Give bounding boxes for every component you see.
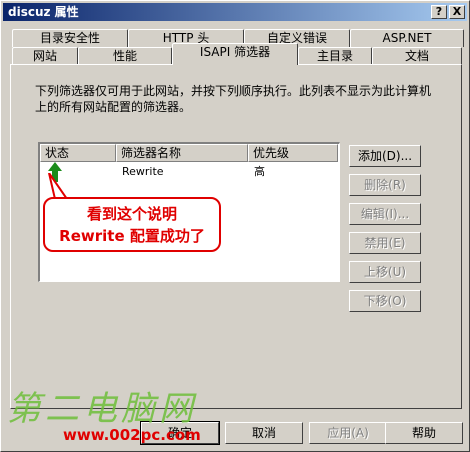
filter-name-cell: Rewrite: [122, 165, 164, 178]
close-button[interactable]: X: [449, 5, 465, 19]
cancel-button[interactable]: 取消: [225, 422, 303, 444]
move-up-button[interactable]: 上移(U): [349, 261, 421, 283]
column-status[interactable]: 状态: [40, 144, 116, 162]
disable-button[interactable]: 禁用(E): [349, 232, 421, 254]
filter-priority-cell: 高: [254, 165, 265, 178]
window-title: discuz 属性: [8, 5, 79, 19]
properties-dialog: discuz 属性 ? X 目录安全性 HTTP 头 自定义错误 ASP.NET…: [0, 0, 470, 452]
title-bar: discuz 属性 ? X: [3, 3, 467, 21]
add-button[interactable]: 添加(D)...: [349, 145, 421, 167]
column-priority[interactable]: 优先级: [248, 144, 338, 162]
tab-directory-security[interactable]: 目录安全性: [12, 29, 128, 47]
move-down-button[interactable]: 下移(O): [349, 290, 421, 312]
remove-button[interactable]: 删除(R): [349, 174, 421, 196]
column-filter-name[interactable]: 筛选器名称: [116, 144, 248, 162]
annotation-line-1: 看到这个说明: [86, 205, 177, 223]
apply-button[interactable]: 应用(A): [309, 422, 387, 444]
tab-performance[interactable]: 性能: [78, 47, 172, 65]
help-dialog-button[interactable]: 帮助: [385, 422, 463, 444]
edit-button[interactable]: 编辑(I)...: [349, 203, 421, 225]
filter-description: 下列筛选器仅可用于此网站，并按下列顺序执行。此列表不显示为此计算机上的所有网站配…: [35, 84, 432, 114]
tab-documents[interactable]: 文档: [372, 47, 462, 65]
tab-asp-net[interactable]: ASP.NET: [350, 29, 464, 47]
tab-home-directory[interactable]: 主目录: [298, 47, 372, 65]
watermark-url: www.002pc.com: [63, 426, 201, 444]
watermark-logo: 第二电脑网: [7, 389, 197, 429]
tab-website[interactable]: 网站: [12, 47, 78, 65]
tab-isapi-filters[interactable]: ISAPI 筛选器: [172, 43, 298, 65]
help-button[interactable]: ?: [431, 5, 447, 19]
annotation-line-2: Rewrite 配置成功了: [59, 227, 205, 245]
annotation-callout: 看到这个说明 Rewrite 配置成功了: [43, 197, 221, 252]
